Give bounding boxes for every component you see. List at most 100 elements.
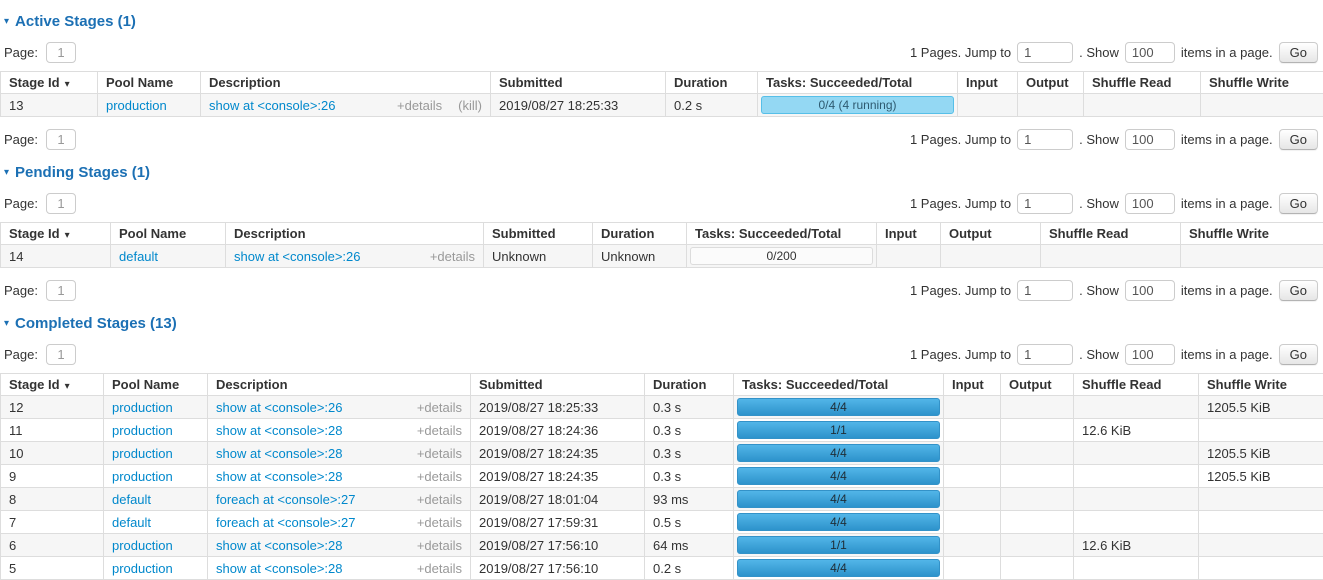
pagination-left: Page: [4, 344, 76, 365]
details-toggle[interactable]: +details [417, 561, 462, 576]
column-header[interactable]: Input [877, 223, 941, 245]
description-link[interactable]: show at <console>:28 [216, 538, 342, 553]
active-stages-heading[interactable]: ▾ Active Stages (1) [4, 14, 1323, 30]
description-link[interactable]: show at <console>:26 [209, 98, 335, 113]
pool-name-link[interactable]: production [112, 561, 173, 576]
description-content: foreach at <console>:27 +details [216, 492, 462, 507]
details-toggle[interactable]: +details [417, 538, 462, 553]
description-link[interactable]: show at <console>:28 [216, 423, 342, 438]
column-header[interactable]: Pool Name [111, 223, 226, 245]
pool-name-link[interactable]: default [112, 492, 151, 507]
stage-row: 14defaultshow at <console>:26+detailsUnk… [1, 245, 1323, 268]
pool-name-link[interactable]: production [112, 400, 173, 415]
page-number-input[interactable] [46, 193, 76, 214]
jump-to-page-input[interactable] [1017, 344, 1073, 365]
column-header-label: Input [885, 226, 917, 241]
jump-to-page-input[interactable] [1017, 193, 1073, 214]
details-toggle[interactable]: +details [417, 492, 462, 507]
description-link[interactable]: foreach at <console>:27 [216, 515, 356, 530]
output-cell [1001, 557, 1074, 580]
column-header[interactable]: Shuffle Write [1181, 223, 1323, 245]
completed-stages-heading[interactable]: ▾ Completed Stages (13) [4, 316, 1323, 332]
description-link[interactable]: show at <console>:28 [216, 561, 342, 576]
pool-name-link[interactable]: production [106, 98, 167, 113]
details-toggle[interactable]: +details [430, 249, 475, 264]
pool-name-link[interactable]: default [112, 515, 151, 530]
page-size-input[interactable] [1125, 193, 1175, 214]
shuffle-write-cell [1181, 245, 1323, 268]
page-size-input[interactable] [1125, 280, 1175, 301]
pending-stages-heading[interactable]: ▾ Pending Stages (1) [4, 165, 1323, 181]
items-text: items in a page. [1181, 283, 1273, 298]
column-header[interactable]: Shuffle Read [1074, 374, 1199, 396]
column-header[interactable]: Duration [645, 374, 734, 396]
pool-name-cell: default [104, 488, 208, 511]
details-toggle[interactable]: +details [417, 469, 462, 484]
page-size-input[interactable] [1125, 42, 1175, 63]
description-link[interactable]: show at <console>:26 [216, 400, 342, 415]
column-header[interactable]: Stage Id▾ [1, 374, 104, 396]
go-button[interactable]: Go [1279, 129, 1318, 150]
column-header[interactable]: Shuffle Read [1084, 72, 1201, 94]
details-toggle[interactable]: +details [397, 98, 442, 113]
kill-link[interactable]: (kill) [458, 98, 482, 113]
column-header[interactable]: Shuffle Write [1199, 374, 1323, 396]
jump-to-page-input[interactable] [1017, 42, 1073, 63]
details-toggle[interactable]: +details [417, 400, 462, 415]
go-button[interactable]: Go [1279, 42, 1318, 63]
column-header[interactable]: Stage Id▾ [1, 223, 111, 245]
column-header[interactable]: Submitted [484, 223, 593, 245]
column-header[interactable]: Submitted [491, 72, 666, 94]
header-row: Stage Id▾Pool NameDescriptionSubmittedDu… [1, 374, 1323, 396]
column-header[interactable]: Shuffle Write [1201, 72, 1323, 94]
column-header[interactable]: Pool Name [98, 72, 201, 94]
page-number-input[interactable] [46, 42, 76, 63]
details-toggle[interactable]: +details [417, 515, 462, 530]
column-header[interactable]: Output [1018, 72, 1084, 94]
description-link[interactable]: show at <console>:28 [216, 469, 342, 484]
page-size-input[interactable] [1125, 129, 1175, 150]
column-header[interactable]: Tasks: Succeeded/Total [687, 223, 877, 245]
duration-cell: Unknown [593, 245, 687, 268]
details-toggle[interactable]: +details [417, 446, 462, 461]
pool-name-link[interactable]: production [112, 446, 173, 461]
go-button[interactable]: Go [1279, 193, 1318, 214]
column-header[interactable]: Pool Name [104, 374, 208, 396]
details-toggle[interactable]: +details [417, 423, 462, 438]
description-link[interactable]: show at <console>:26 [234, 249, 360, 264]
column-header[interactable]: Submitted [471, 374, 645, 396]
page-number-input[interactable] [46, 344, 76, 365]
pool-name-cell: production [104, 396, 208, 419]
description-link[interactable]: foreach at <console>:27 [216, 492, 356, 507]
jump-to-page-input[interactable] [1017, 129, 1073, 150]
jump-to-page-input[interactable] [1017, 280, 1073, 301]
description-link[interactable]: show at <console>:28 [216, 446, 342, 461]
column-header[interactable]: Output [1001, 374, 1074, 396]
duration-cell: 0.3 s [645, 419, 734, 442]
column-header[interactable]: Description [201, 72, 491, 94]
column-header[interactable]: Input [944, 374, 1001, 396]
column-header[interactable]: Duration [666, 72, 758, 94]
go-button[interactable]: Go [1279, 344, 1318, 365]
column-header[interactable]: Tasks: Succeeded/Total [758, 72, 958, 94]
pool-name-link[interactable]: production [112, 538, 173, 553]
column-header[interactable]: Description [208, 374, 471, 396]
column-header-label: Shuffle Write [1207, 377, 1287, 392]
column-header[interactable]: Description [226, 223, 484, 245]
column-header[interactable]: Stage Id▾ [1, 72, 98, 94]
page-size-input[interactable] [1125, 344, 1175, 365]
column-header[interactable]: Tasks: Succeeded/Total [734, 374, 944, 396]
description-content: show at <console>:28 +details [216, 538, 462, 553]
column-header[interactable]: Output [941, 223, 1041, 245]
page-number-input[interactable] [46, 129, 76, 150]
pool-name-link[interactable]: default [119, 249, 158, 264]
pool-name-link[interactable]: production [112, 423, 173, 438]
column-header[interactable]: Input [958, 72, 1018, 94]
page-number-input[interactable] [46, 280, 76, 301]
stage-id-cell: 6 [1, 534, 104, 557]
pool-name-link[interactable]: production [112, 469, 173, 484]
input-cell [944, 557, 1001, 580]
go-button[interactable]: Go [1279, 280, 1318, 301]
column-header[interactable]: Duration [593, 223, 687, 245]
column-header[interactable]: Shuffle Read [1041, 223, 1181, 245]
